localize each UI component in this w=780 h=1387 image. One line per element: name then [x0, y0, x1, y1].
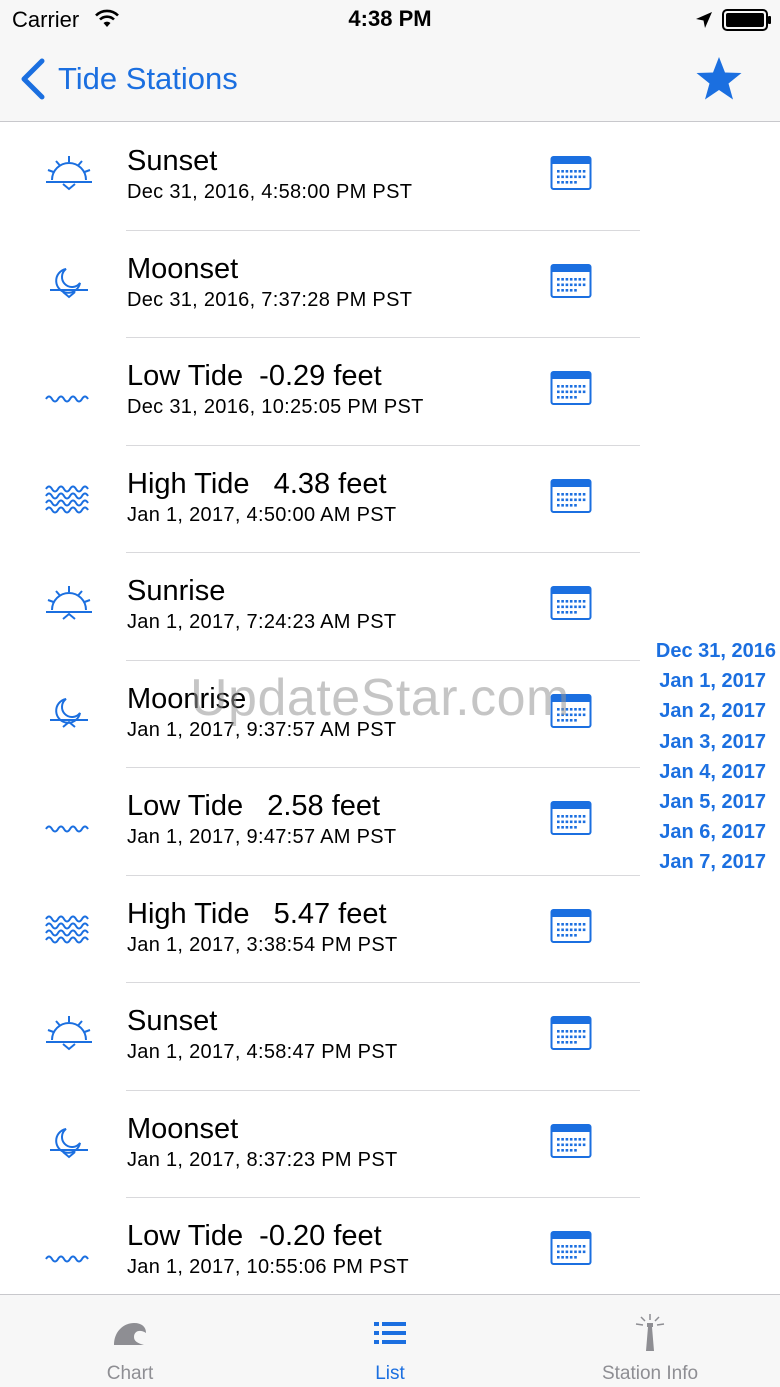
calendar-icon[interactable]	[550, 800, 592, 836]
low-tide-icon	[45, 1255, 89, 1263]
list-icon	[374, 1322, 406, 1344]
list-item[interactable]: High Tide 4.38 feet Jan 1, 2017, 4:50:00…	[0, 446, 640, 553]
moonset-icon	[50, 267, 88, 298]
event-date: Jan 1, 2017, 8:37:23 PM PST	[127, 1148, 398, 1171]
event-date: Jan 1, 2017, 9:47:57 AM PST	[127, 826, 397, 848]
date-index-item[interactable]: Jan 3, 2017	[626, 727, 776, 757]
event-title: Sunset	[127, 145, 218, 177]
calendar-icon[interactable]	[550, 478, 592, 514]
location-arrow-icon	[696, 12, 712, 28]
calendar-icon[interactable]	[550, 585, 592, 621]
event-title: Moonset	[127, 252, 239, 285]
high-tide-icon	[45, 485, 89, 513]
status-time: 4:38 PM	[348, 6, 432, 31]
date-index-item[interactable]: Jan 1, 2017	[626, 666, 776, 696]
sunrise-icon	[46, 586, 92, 620]
calendar-icon[interactable]	[550, 1230, 592, 1266]
event-date: Jan 1, 2017, 9:37:57 AM PST	[127, 718, 397, 741]
calendar-icon[interactable]	[550, 370, 592, 406]
tab-label: Station Info	[601, 1363, 699, 1384]
low-tide-icon	[45, 825, 89, 833]
high-tide-icon	[45, 915, 89, 943]
event-title: Sunrise	[127, 575, 226, 607]
event-title: Low Tide -0.20 feet	[127, 1220, 382, 1252]
event-date: Jan 1, 2017, 3:38:54 PM PST	[127, 933, 398, 956]
navigation-bar: Tide Stations	[0, 40, 780, 122]
event-date: Jan 1, 2017, 4:50:00 AM PST	[127, 503, 397, 526]
low-tide-icon	[45, 395, 89, 403]
date-index-item[interactable]: Dec 31, 2016	[626, 636, 776, 666]
calendar-icon[interactable]	[550, 263, 592, 299]
date-index-item[interactable]: Jan 5, 2017	[626, 787, 776, 817]
list-item[interactable]: Low Tide 2.58 feet Jan 1, 2017, 9:47:57 …	[0, 768, 640, 876]
tab-label: List	[375, 1363, 405, 1384]
event-date: Dec 31, 2016, 4:58:00 PM PST	[127, 181, 413, 203]
status-bar: Carrier 4:38 PM	[0, 0, 780, 40]
tab-station-info[interactable]: Station Info	[520, 1295, 780, 1387]
list-item[interactable]: High Tide 5.47 feet Jan 1, 2017, 3:38:54…	[0, 876, 640, 983]
tab-list[interactable]: List	[260, 1295, 520, 1387]
list-item[interactable]: Sunset Dec 31, 2016, 4:58:00 PM PST	[0, 123, 640, 231]
star-icon[interactable]	[694, 54, 744, 104]
sunset-icon	[46, 156, 92, 191]
event-title: Low Tide 2.58 feet	[127, 790, 381, 822]
date-index-item[interactable]: Jan 2, 2017	[626, 696, 776, 726]
back-button[interactable]: Tide Stations	[18, 56, 238, 102]
calendar-icon[interactable]	[550, 693, 592, 729]
date-index-item[interactable]: Jan 6, 2017	[626, 817, 776, 847]
event-title: Moonset	[127, 1112, 239, 1145]
date-index-item[interactable]: Jan 4, 2017	[626, 757, 776, 787]
event-title: High Tide 4.38 feet	[127, 467, 387, 500]
event-title: High Tide 5.47 feet	[127, 897, 387, 930]
tab-bar: Chart List Station Info	[0, 1294, 780, 1387]
sunset-icon	[46, 1016, 92, 1051]
date-index-item[interactable]: Jan 7, 2017	[626, 847, 776, 877]
date-section-index[interactable]: Dec 31, 2016 Jan 1, 2017 Jan 2, 2017 Jan 3,…	[626, 636, 776, 878]
chevron-left-icon	[21, 58, 45, 100]
wave-icon	[114, 1323, 146, 1345]
list-item[interactable]: Low Tide -0.29 feet Dec 31, 2016, 10:25:…	[0, 338, 640, 446]
calendar-icon[interactable]	[550, 1123, 592, 1159]
list-item[interactable]: Moonset Dec 31, 2016, 7:37:28 PM PST	[0, 231, 640, 338]
event-date: Jan 1, 2017, 4:58:47 PM PST	[127, 1041, 398, 1063]
moonrise-icon	[50, 697, 88, 728]
event-title: Sunset	[127, 1005, 218, 1037]
calendar-icon[interactable]	[550, 1015, 592, 1051]
list-item[interactable]: Sunset Jan 1, 2017, 4:58:47 PM PST	[0, 983, 640, 1091]
list-item[interactable]: Moonrise Jan 1, 2017, 9:37:57 AM PST	[0, 661, 640, 768]
list-item[interactable]: Sunrise Jan 1, 2017, 7:24:23 AM PST	[0, 553, 640, 661]
back-button-label: Tide Stations	[58, 61, 238, 96]
battery-icon	[722, 9, 771, 31]
event-date: Dec 31, 2016, 7:37:28 PM PST	[127, 288, 413, 311]
event-date: Dec 31, 2016, 10:25:05 PM PST	[127, 396, 424, 418]
moonset-icon	[50, 1127, 88, 1158]
list-item[interactable]: Moonset Jan 1, 2017, 8:37:23 PM PST	[0, 1091, 640, 1198]
event-title: Moonrise	[127, 682, 247, 715]
event-date: Jan 1, 2017, 10:55:06 PM PST	[127, 1256, 409, 1278]
event-date: Jan 1, 2017, 7:24:23 AM PST	[127, 611, 397, 633]
tab-label: Chart	[106, 1363, 154, 1384]
calendar-icon[interactable]	[550, 155, 592, 191]
lighthouse-icon	[635, 1314, 665, 1351]
calendar-icon[interactable]	[550, 908, 592, 944]
event-title: Low Tide -0.29 feet	[127, 360, 382, 392]
list-item[interactable]: Low Tide -0.20 feet Jan 1, 2017, 10:55:0…	[0, 1198, 640, 1293]
tab-chart[interactable]: Chart	[0, 1295, 260, 1387]
